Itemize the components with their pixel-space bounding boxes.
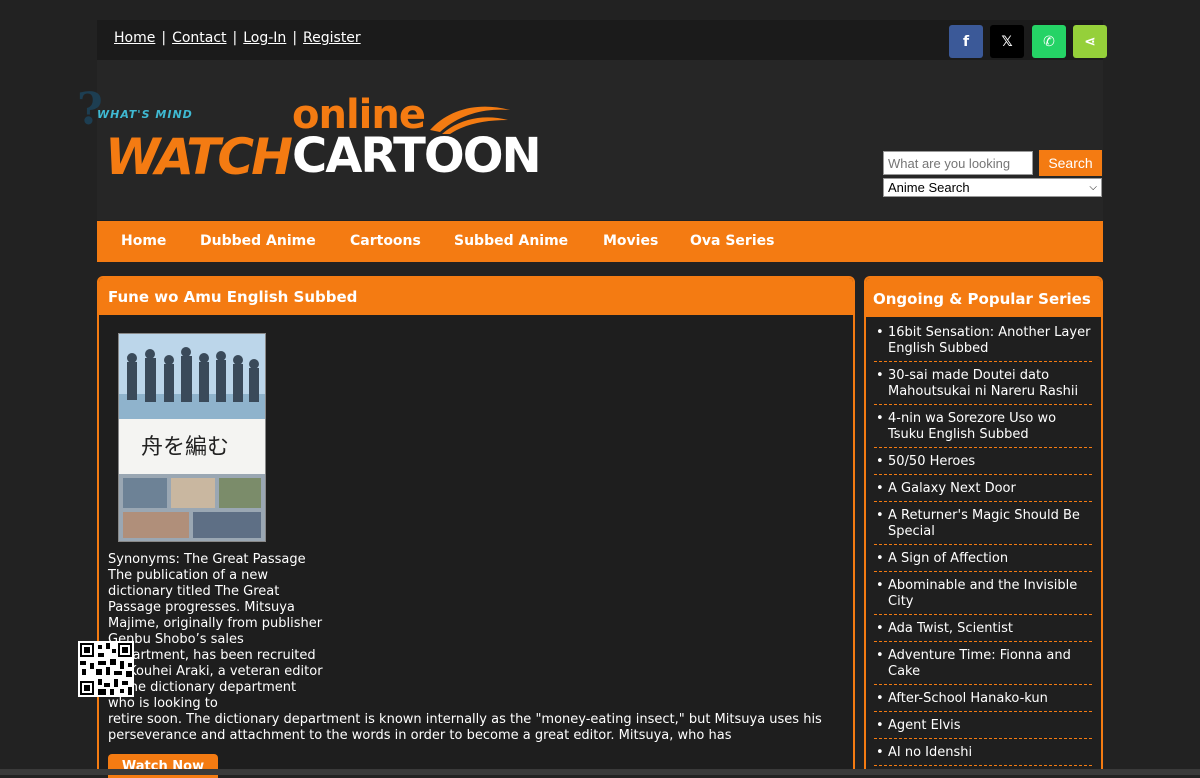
description-text-continued: retire soon. The dictionary department i… xyxy=(108,712,822,743)
whatsapp-icon: ✆ xyxy=(1043,33,1055,50)
poster-title: 舟を編む xyxy=(141,435,229,460)
series-list-item[interactable]: Abominable and the Invisible City xyxy=(874,575,1092,615)
page-wrapper: Home | Contact | Log-In | Register f 𝕏 ✆ ⋖ ? W… xyxy=(77,0,1107,778)
nav-subbed-anime[interactable]: Subbed Anime xyxy=(454,233,568,249)
main-nav: Home Dubbed Anime Cartoons Subbed Anime … xyxy=(97,221,1103,262)
nav-movies[interactable]: Movies xyxy=(603,233,658,249)
nav-cartoons[interactable]: Cartoons xyxy=(350,233,421,249)
series-list-item[interactable]: Agent Elvis xyxy=(874,715,1092,739)
site-header: ? WHAT'S MIND online WATCH CARTOON Searc… xyxy=(77,60,1103,220)
series-list-item[interactable]: 30-sai made Doutei dato Mahoutsukai ni N… xyxy=(874,365,1092,405)
nav-home[interactable]: Home xyxy=(121,233,166,249)
poster-artwork: 舟を編む xyxy=(119,334,265,541)
top-links: Home | Contact | Log-In | Register xyxy=(114,30,361,46)
series-list-item[interactable]: A Sign of Affection xyxy=(874,548,1092,572)
sharethis-button[interactable]: ⋖ xyxy=(1073,25,1107,58)
series-list-item[interactable]: A Galaxy Next Door xyxy=(874,478,1092,502)
logo-watch-text: WATCH xyxy=(105,128,293,186)
top-bar: Home | Contact | Log-In | Register f 𝕏 ✆ ⋖ xyxy=(97,20,1107,60)
sidebar-title: Ongoing & Popular Series xyxy=(873,290,1091,308)
facebook-share-button[interactable]: f xyxy=(949,25,983,58)
bottom-strip xyxy=(0,769,1200,775)
sidebar-header: Ongoing & Popular Series xyxy=(866,278,1101,317)
series-panel: Fune wo Amu English Subbed 舟を編む Synonyms… xyxy=(97,276,855,778)
page-title: Fune wo Amu English Subbed xyxy=(108,288,358,306)
qr-code xyxy=(78,641,134,697)
series-list-item[interactable]: After-School Hanako-kun xyxy=(874,688,1092,712)
nav-dubbed-anime[interactable]: Dubbed Anime xyxy=(200,233,316,249)
top-link-register[interactable]: Register xyxy=(303,30,361,46)
x-icon: 𝕏 xyxy=(1001,33,1013,50)
share-icon: ⋖ xyxy=(1084,33,1096,50)
logo-small-text: WHAT'S MIND xyxy=(97,108,193,121)
logo-cartoon-text: CARTOON xyxy=(292,128,542,184)
search-input[interactable] xyxy=(883,151,1033,175)
series-list-item[interactable]: A Returner's Magic Should Be Special xyxy=(874,505,1092,545)
series-list-item[interactable]: 50/50 Heroes xyxy=(874,451,1092,475)
search-type-select[interactable]: Anime Search ⌵ xyxy=(883,178,1102,197)
series-list-item[interactable]: 16bit Sensation: Another Layer English S… xyxy=(874,322,1092,362)
chevron-down-icon: ⌵ xyxy=(1089,182,1097,193)
popular-series-sidebar: Ongoing & Popular Series 16bit Sensation… xyxy=(864,276,1103,775)
description-text: The publication of a new dictionary titl… xyxy=(108,568,323,711)
series-list-item[interactable]: Ada Twist, Scientist xyxy=(874,618,1092,642)
facebook-icon: f xyxy=(962,33,970,50)
series-list-item[interactable]: Adventure Time: Fionna and Cake xyxy=(874,645,1092,685)
top-link-home[interactable]: Home xyxy=(114,30,155,46)
search-button[interactable]: Search xyxy=(1039,150,1102,176)
x-share-button[interactable]: 𝕏 xyxy=(990,25,1024,58)
series-list-item[interactable]: AI no Idenshi xyxy=(874,742,1092,766)
nav-ova-series[interactable]: Ova Series xyxy=(690,233,774,249)
series-list: 16bit Sensation: Another Layer English S… xyxy=(874,322,1092,769)
synonyms-text: Synonyms: The Great Passage xyxy=(108,552,306,567)
search-type-value: Anime Search xyxy=(888,180,970,195)
series-poster[interactable]: 舟を編む xyxy=(118,333,266,542)
series-panel-header: Fune wo Amu English Subbed xyxy=(99,278,853,315)
top-link-contact[interactable]: Contact xyxy=(172,30,226,46)
qr-code-icon xyxy=(78,641,134,697)
top-link-login[interactable]: Log-In xyxy=(243,30,286,46)
whatsapp-share-button[interactable]: ✆ xyxy=(1032,25,1066,58)
series-description: Synonyms: The Great Passage The publicat… xyxy=(108,552,838,744)
series-list-item[interactable]: 4-nin wa Sorezore Uso wo Tsuku English S… xyxy=(874,408,1092,448)
